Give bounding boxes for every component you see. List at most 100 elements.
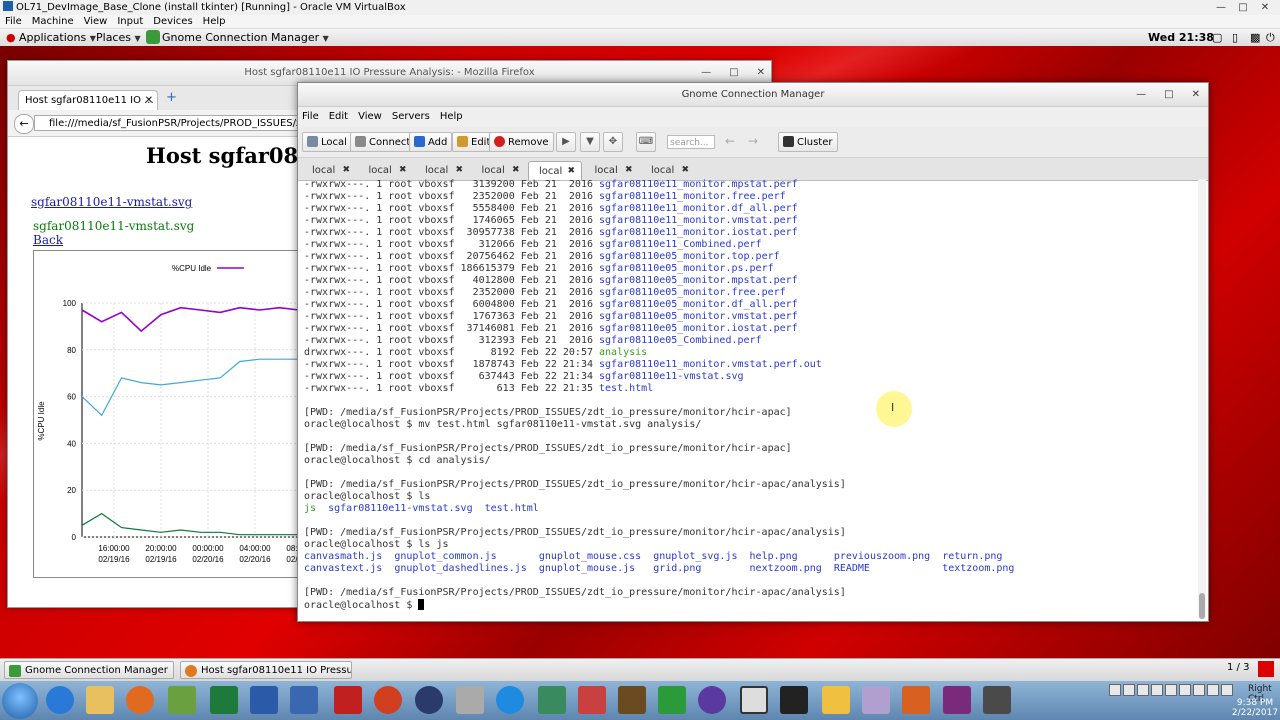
screen-icon[interactable]: ▢ [1212,29,1222,47]
maximize-icon[interactable]: □ [1232,0,1254,15]
menu-file[interactable]: File [5,16,22,27]
tool-icon[interactable] [456,686,484,714]
image-icon[interactable] [538,686,566,714]
remove-button[interactable]: Remove [489,132,554,152]
task-gcm[interactable]: Gnome Connection Manager [4,661,174,679]
menu-machine[interactable]: Machine [32,16,74,27]
maximize-icon[interactable]: □ [1164,89,1173,100]
terminal[interactable]: -rwxrwx---. 1 root vboxsf 3139200 Feb 21… [304,179,1192,615]
notes-icon[interactable] [822,686,850,714]
app8-icon[interactable] [983,686,1011,714]
terminal-tab[interactable]: local ✖ [415,161,469,180]
add-button[interactable]: Add [409,132,453,152]
menu-help[interactable]: Help [203,16,226,27]
app7-icon[interactable] [943,686,971,714]
url-bar[interactable]: file:///media/sf_FusionPSR/Projects/PROD… [34,115,304,131]
app3-icon[interactable] [698,686,726,714]
split-icon[interactable]: ▶ [556,132,576,152]
firefox-tab[interactable]: Host sgfar08110e11 IO ... ✕ [18,90,158,110]
menu-view[interactable]: View [84,16,108,27]
terminal-tab[interactable]: local ✖ [641,161,695,180]
minimize-icon[interactable]: — [1136,89,1146,100]
tray-clock[interactable]: 9:38 PM 2/22/2017 [1230,698,1280,718]
close-tab-icon[interactable]: ✖ [512,161,520,180]
unsplit-icon[interactable]: ✥ [603,132,623,152]
menu-input[interactable]: Input [117,16,143,27]
start-button[interactable] [2,683,38,719]
search-input[interactable]: search... [667,135,715,149]
power-icon[interactable]: ⏻ [1266,29,1275,47]
folder-icon[interactable] [86,686,114,714]
prev-arrow-icon[interactable]: ← [725,134,735,148]
play-icon[interactable] [658,686,686,714]
terminal-scrollbar[interactable] [1198,179,1206,619]
notepad-icon[interactable] [168,686,196,714]
workspace-pager[interactable]: 1 / 3 [1227,662,1249,673]
cluster-button[interactable]: Cluster [778,132,838,152]
app4-icon[interactable] [740,686,768,714]
back-link[interactable]: Back [33,233,63,247]
app2-icon[interactable] [618,686,646,714]
ie-icon[interactable] [46,686,74,714]
eclipse-icon[interactable] [415,686,443,714]
maximize-icon[interactable]: □ [729,67,738,78]
terminal-tab[interactable]: local ✖ [359,161,413,180]
next-arrow-icon[interactable]: → [748,134,758,148]
gcm-menu-help[interactable]: Help [440,111,463,122]
gcm-menu-servers[interactable]: Servers [392,111,430,122]
connect-button[interactable]: Connect [350,132,416,152]
app-icon[interactable] [578,686,606,714]
opera-icon[interactable] [374,686,402,714]
close-tab-icon[interactable]: ✖ [399,161,407,180]
tray-icon[interactable] [1207,684,1219,696]
gcm-menu-view[interactable]: View [358,111,382,122]
terminal-tab[interactable]: local ✖ [302,161,356,180]
new-tab-icon[interactable]: + [166,90,177,105]
tray-icon[interactable] [1109,684,1121,696]
task-firefox[interactable]: Host sgfar08110e11 IO Pressure... [180,661,352,679]
close-tab-icon[interactable]: ✖ [342,161,350,180]
tray-icon[interactable] [1165,684,1177,696]
terminal-tab[interactable]: local ✖ [585,161,639,180]
scrollbar-thumb[interactable] [1199,593,1205,619]
minimize-icon[interactable]: — [701,67,711,78]
tray-icon[interactable] [1221,684,1233,696]
excel-icon[interactable] [210,686,238,714]
local-button[interactable]: Local [302,132,352,152]
gcm-menu-edit[interactable]: Edit [329,111,348,122]
terminal-line: oracle@localhost $ mv test.html sgfar081… [304,419,1192,431]
close-icon[interactable]: ✕ [1192,89,1200,100]
trash-icon[interactable] [1258,661,1274,677]
minimize-icon[interactable]: — [1210,0,1232,15]
volume-icon[interactable]: ▯ [1232,29,1238,47]
menu-devices[interactable]: Devices [153,16,192,27]
keyboard-icon[interactable]: ⌨ [636,132,656,152]
skype-icon[interactable] [496,686,524,714]
gcm-menu-file[interactable]: File [302,111,319,122]
virtualbox-taskbar-icon[interactable] [290,686,318,714]
app6-icon[interactable] [902,686,930,714]
terminal-taskbar-icon[interactable] [780,686,808,714]
close-tab-icon[interactable]: ✖ [455,161,463,180]
tray-icon[interactable] [1123,684,1135,696]
filezilla-icon[interactable] [334,686,362,714]
tray-icon[interactable] [1151,684,1163,696]
close-tab-icon[interactable]: ✖ [625,161,633,180]
tray-icon[interactable] [1179,684,1191,696]
terminal-tab[interactable]: local ✖ [528,161,582,180]
tray-icon[interactable] [1137,684,1149,696]
close-icon[interactable]: ✕ [757,67,765,78]
close-tab-icon[interactable]: ✖ [681,161,689,180]
network-icon[interactable]: ▩ [1250,29,1260,47]
split-vertical-icon[interactable]: ▼ [580,132,600,152]
tray-icon[interactable] [1193,684,1205,696]
svg-link[interactable]: sgfar08110e11-vmstat.svg [31,195,192,209]
panel-clock[interactable]: Wed 21:38 [1148,29,1214,47]
back-arrow-icon[interactable]: ← [14,114,34,134]
firefox-taskbar-icon[interactable] [126,686,154,714]
close-icon[interactable]: ✕ [1254,0,1276,15]
app5-icon[interactable] [862,686,890,714]
close-tab-icon[interactable]: ✕ [145,91,153,111]
word-icon[interactable] [250,686,278,714]
terminal-tab[interactable]: local ✖ [472,161,526,180]
